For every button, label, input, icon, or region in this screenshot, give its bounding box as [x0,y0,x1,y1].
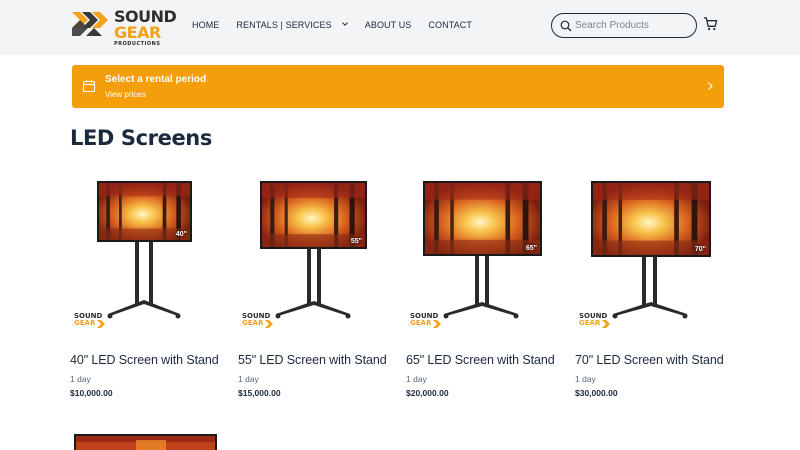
tv-size-label: 55" [350,238,362,245]
tv-stand [612,257,688,319]
nav-contact[interactable]: CONTACT [428,20,472,30]
product-image[interactable]: 70" SOUND GEAR [575,170,725,335]
cart-icon[interactable] [703,16,718,31]
product-duration: 1 day [238,374,259,384]
product-name[interactable]: 55" LED Screen with Stand [238,353,387,367]
brand-watermark: SOUND GEAR [74,313,114,333]
brand-watermark: SOUND GEAR [242,313,282,333]
product-card[interactable]: 70" SOUND GEAR 70" LED Screen with Stand… [575,170,725,400]
product-duration: 1 day [406,374,427,384]
banner-view-prices: View prices [105,90,146,99]
search-input[interactable] [575,18,690,33]
product-duration: 1 day [575,374,596,384]
logo-wordmark: SOUND GEAR PRODUCTIONS [114,9,177,47]
product-card[interactable]: 55" SOUND GEAR 55" LED Screen with Stand… [238,170,388,400]
tv-screen: 40" [97,181,192,242]
product-image[interactable]: 40" SOUND GEAR [70,170,220,335]
chevron-right-icon[interactable] [705,81,715,91]
product-name[interactable]: 70" LED Screen with Stand [575,353,724,367]
tv-stand [275,249,351,319]
forest-image [425,183,540,254]
brand-watermark: SOUND GEAR [410,313,450,333]
product-card[interactable]: 65" SOUND GEAR 65" LED Screen with Stand… [406,170,556,400]
main-nav: HOME RENTALS | SERVICES ABOUT US CONTACT [192,20,489,30]
site-logo[interactable]: SOUND GEAR PRODUCTIONS [72,8,177,47]
chevron-down-icon[interactable] [341,20,349,28]
site-header: SOUND GEAR PRODUCTIONS HOME RENTALS | SE… [0,0,800,55]
tv-size-label: 65" [525,245,537,252]
tv-screen: 70" [591,181,711,257]
product-name[interactable]: 40" LED Screen with Stand [70,353,219,367]
product-card[interactable]: 40" SOUND GEAR 40" LED Screen with Stand… [70,170,220,400]
calendar-icon [82,80,96,93]
product-name[interactable]: 65" LED Screen with Stand [406,353,555,367]
tv-screen: 65" [423,181,542,256]
product-duration: 1 day [70,374,91,384]
logo-chevrons-icon [72,12,108,36]
search-icon[interactable] [560,20,572,32]
page: SOUND GEAR PRODUCTIONS HOME RENTALS | SE… [0,0,800,450]
product-price: $15,000.00 [238,388,281,398]
tv-screen: 55" [260,181,367,249]
rental-period-banner[interactable]: Select a rental period View prices [72,65,724,108]
page-title: LED Screens [70,126,212,150]
product-image[interactable]: 55" SOUND GEAR [238,170,388,335]
logo-line-productions: PRODUCTIONS [114,41,161,47]
search-box [551,13,697,38]
product-price: $30,000.00 [575,388,618,398]
product-price: $10,000.00 [70,388,113,398]
tv-size-label: 70" [694,246,706,253]
nav-about-us[interactable]: ABOUT US [365,20,412,30]
product-image[interactable]: 65" SOUND GEAR [406,170,556,335]
product-price: $20,000.00 [406,388,449,398]
tv-stand [107,242,181,319]
brand-watermark: SOUND GEAR [579,313,619,333]
forest-image [76,436,215,450]
logo-line-gear: GEAR [114,23,161,42]
banner-title: Select a rental period [105,74,207,85]
forest-image [593,183,709,255]
product-image[interactable] [74,434,217,450]
tv-size-label: 40" [175,231,187,238]
forest-image [262,183,365,247]
tv-stand [443,256,519,319]
nav-home[interactable]: HOME [192,20,219,30]
nav-rentals-services[interactable]: RENTALS | SERVICES [236,20,331,30]
